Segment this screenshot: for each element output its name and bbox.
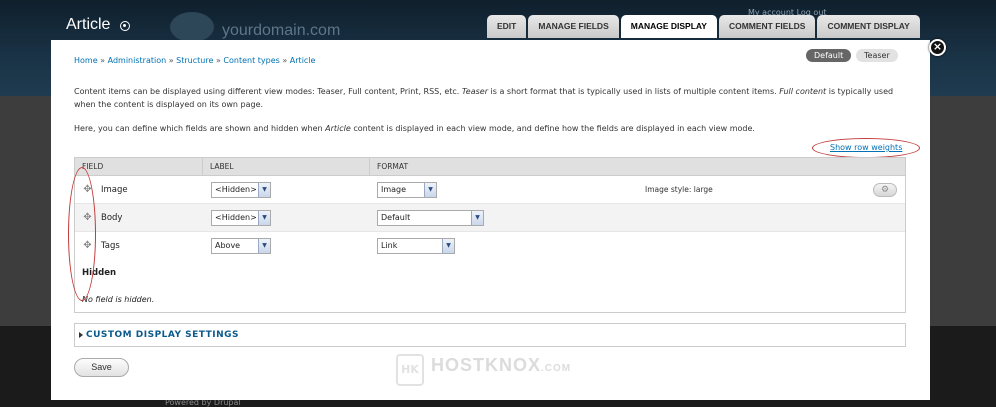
table-row: ✥ Body <Hidden> ▼ Default ▼ (75, 204, 905, 232)
page-title: Article (66, 16, 111, 33)
description-view-modes: Content items can be displayed using dif… (74, 87, 894, 109)
table-row: ✥ Image <Hidden> ▼ Image ▼ Image style: la… (75, 176, 905, 204)
chevron-down-icon: ▼ (258, 183, 270, 197)
tab-edit[interactable]: EDIT (487, 15, 527, 38)
chevron-down-icon: ▼ (258, 211, 270, 225)
tab-manage-display[interactable]: MANAGE DISPLAY (620, 15, 717, 38)
field-name: Image (101, 185, 128, 195)
format-summary: Image style: large (645, 185, 713, 194)
breadcrumb-separator: » (168, 56, 174, 65)
label-select[interactable]: <Hidden> ▼ (211, 210, 271, 226)
label-select[interactable]: <Hidden> ▼ (211, 182, 271, 198)
hidden-region-empty: No field is hidden. (82, 295, 155, 304)
field-name: Body (101, 213, 123, 223)
description-fields: Here, you can define which fields are sh… (74, 124, 755, 133)
close-icon[interactable]: × (929, 39, 946, 56)
chevron-down-icon: ▼ (471, 211, 483, 225)
field-display-table: FIELD LABEL FORMAT ✥ Image <Hidden> ▼ Ima… (74, 157, 906, 313)
header-format: FORMAT (369, 158, 905, 176)
breadcrumb-content-types[interactable]: Content types (223, 56, 279, 65)
annotation-circle-drag-handles (68, 167, 96, 301)
breadcrumb: Home » Administration » Structure » Cont… (74, 56, 315, 65)
breadcrumb-separator: » (282, 56, 288, 65)
watermark-text: HOSTKNOX.COM (431, 355, 572, 375)
custom-display-settings-title[interactable]: CUSTOM DISPLAY SETTINGS (86, 324, 239, 347)
label-select[interactable]: Above ▼ (211, 238, 271, 254)
chevron-down-icon: ▼ (424, 183, 436, 197)
tab-manage-fields[interactable]: MANAGE FIELDS (528, 15, 619, 38)
format-select[interactable]: Link ▼ (377, 238, 455, 254)
breadcrumb-structure[interactable]: Structure (176, 56, 213, 65)
annotation-circle-weights (812, 138, 920, 158)
save-button[interactable]: Save (74, 358, 129, 377)
secondary-tabs: EDIT MANAGE FIELDS MANAGE DISPLAY COMMEN… (487, 15, 920, 38)
breadcrumb-separator: » (100, 56, 106, 65)
header-label: LABEL (202, 158, 369, 176)
view-mode-teaser[interactable]: Teaser (856, 49, 898, 62)
tab-comment-fields[interactable]: COMMENT FIELDS (718, 15, 816, 38)
overlay-dialog: Home » Administration » Structure » Cont… (51, 40, 930, 400)
format-select[interactable]: Default ▼ (377, 210, 484, 226)
chevron-down-icon: ▼ (442, 239, 454, 253)
table-header: FIELD LABEL FORMAT (75, 158, 905, 176)
gear-icon[interactable]: ⚙ (873, 183, 897, 197)
table-row: ✥ Tags Above ▼ Link ▼ (75, 232, 905, 260)
breadcrumb-article[interactable]: Article (290, 56, 316, 65)
add-shortcut-icon[interactable] (120, 21, 130, 31)
view-mode-default[interactable]: Default (806, 49, 852, 62)
breadcrumb-home[interactable]: Home (74, 56, 98, 65)
breadcrumb-separator: » (215, 56, 221, 65)
site-logo (170, 12, 214, 42)
custom-display-settings-fieldset[interactable]: CUSTOM DISPLAY SETTINGS (74, 323, 906, 347)
chevron-down-icon: ▼ (258, 239, 270, 253)
format-select[interactable]: Image ▼ (377, 182, 437, 198)
tab-comment-display[interactable]: COMMENT DISPLAY (817, 15, 920, 38)
breadcrumb-administration[interactable]: Administration (108, 56, 167, 65)
caret-right-icon (79, 332, 83, 338)
header-field: FIELD (82, 162, 104, 171)
field-name: Tags (101, 241, 120, 251)
site-name: yourdomain.com (222, 22, 341, 39)
watermark-logo: HK (396, 354, 424, 386)
